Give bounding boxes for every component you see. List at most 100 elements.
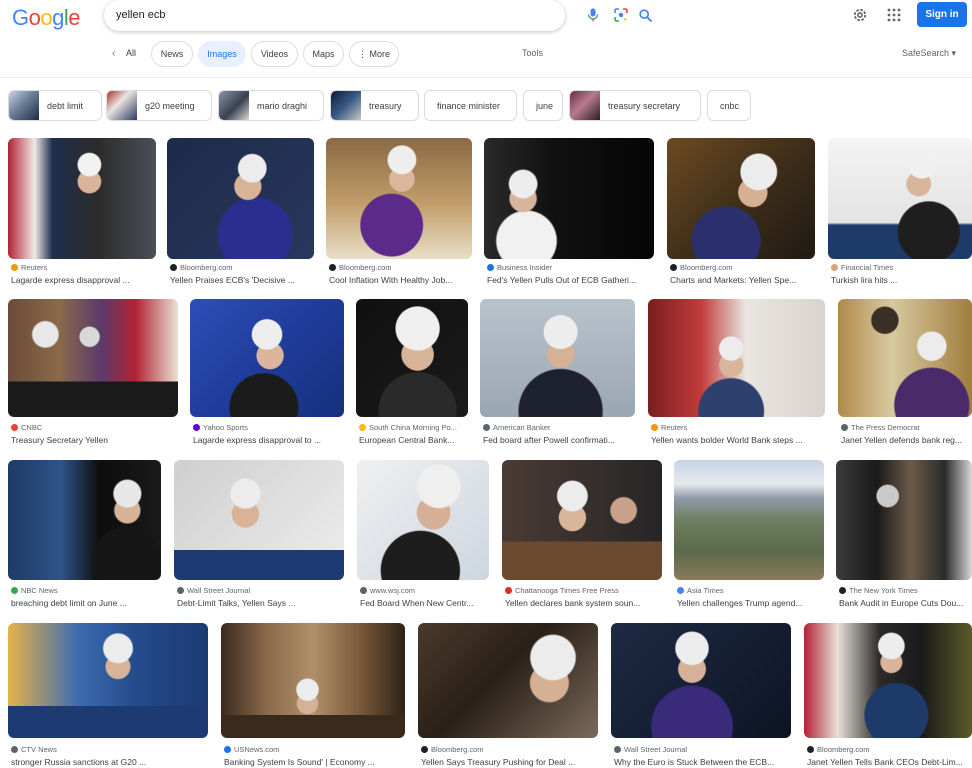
chip-thumbnail bbox=[570, 91, 600, 120]
image-result[interactable]: Reuters Lagarde express disapproval ... bbox=[8, 138, 156, 288]
source-name: CNBC bbox=[21, 423, 43, 432]
source-name: www.wsj.com bbox=[370, 586, 416, 595]
image-result[interactable]: Asia Times Yellen challenges Trump agend… bbox=[674, 460, 824, 612]
chip-debt-limit[interactable]: debt limit bbox=[8, 90, 102, 121]
chip-label: cnbc bbox=[720, 100, 740, 111]
result-title: Debt-Limit Talks, Yellen Says ... bbox=[177, 598, 296, 608]
chip-g20-meeting[interactable]: g20 meeting bbox=[106, 90, 212, 121]
chip-june[interactable]: june bbox=[523, 90, 563, 121]
image-result[interactable]: Yahoo Sports Lagarde express disapproval… bbox=[190, 299, 344, 449]
chip-label: june bbox=[536, 100, 554, 111]
tab-news[interactable]: News bbox=[151, 41, 193, 67]
result-thumbnail bbox=[357, 460, 489, 580]
image-result[interactable]: Reuters Yellen wants bolder World Bank s… bbox=[648, 299, 825, 449]
source-name: Bloomberg.com bbox=[431, 745, 484, 754]
result-source: Wall Street Journal bbox=[177, 586, 250, 595]
result-thumbnail bbox=[674, 460, 824, 580]
google-logo[interactable]: Google bbox=[12, 5, 81, 31]
source-favicon bbox=[670, 264, 677, 271]
image-result[interactable]: CNBC Treasury Secretary Yellen bbox=[8, 299, 178, 449]
image-result[interactable]: Wall Street Journal Debt-Limit Talks, Ye… bbox=[174, 460, 344, 612]
chip-mario-draghi[interactable]: mario draghi bbox=[218, 90, 324, 121]
image-result[interactable]: Financial Times Turkish lira hits ... bbox=[828, 138, 972, 288]
source-favicon bbox=[839, 587, 846, 594]
tab-maps[interactable]: Maps bbox=[303, 41, 344, 67]
source-favicon bbox=[421, 746, 428, 753]
tab-more[interactable]: ⋮ More bbox=[349, 41, 399, 67]
result-title: Cool Inflation With Healthy Job... bbox=[329, 275, 453, 285]
source-favicon bbox=[677, 587, 684, 594]
image-result[interactable]: Business Insider Fed's Yellen Pulls Out … bbox=[484, 138, 654, 288]
chip-cnbc[interactable]: cnbc bbox=[707, 90, 751, 121]
result-source: CNBC bbox=[11, 423, 42, 432]
tab-images[interactable]: Images bbox=[198, 41, 246, 67]
source-favicon bbox=[11, 587, 18, 594]
result-title: Bank Audit in Europe Cuts Dou... bbox=[839, 598, 964, 608]
image-result[interactable]: Bloomberg.com Janet Yellen Tells Bank CE… bbox=[804, 623, 972, 768]
gear-icon[interactable] bbox=[851, 6, 869, 24]
image-result[interactable]: The New York Times Bank Audit in Europe … bbox=[836, 460, 972, 612]
result-thumbnail bbox=[8, 623, 208, 738]
result-title: Yellen Praises ECB's 'Decisive ... bbox=[170, 275, 295, 285]
image-result[interactable]: Bloomberg.com Yellen Praises ECB's 'Deci… bbox=[167, 138, 314, 288]
source-favicon bbox=[224, 746, 231, 753]
result-source: The Press Democrat bbox=[841, 423, 920, 432]
image-result[interactable]: The Press Democrat Janet Yellen defends … bbox=[838, 299, 972, 449]
result-source: CTV News bbox=[11, 745, 57, 754]
logo-letter: e bbox=[68, 5, 81, 30]
image-result[interactable]: Wall Street Journal Why the Euro is Stuc… bbox=[611, 623, 791, 768]
apps-grid-icon[interactable] bbox=[886, 7, 902, 23]
result-thumbnail bbox=[502, 460, 662, 580]
source-name: American Banker bbox=[493, 423, 551, 432]
chip-treasury[interactable]: treasury bbox=[330, 90, 419, 121]
source-favicon bbox=[193, 424, 200, 431]
chip-treasury-secretary[interactable]: treasury secretary bbox=[569, 90, 701, 121]
result-title: Lagarde express disapproval ... bbox=[11, 275, 130, 285]
image-result[interactable]: Bloomberg.com Yellen Says Treasury Pushi… bbox=[418, 623, 598, 768]
result-title: Treasury Secretary Yellen bbox=[11, 435, 109, 445]
source-name: Asia Times bbox=[687, 586, 724, 595]
result-thumbnail bbox=[8, 138, 156, 259]
tab-all[interactable]: All bbox=[126, 48, 136, 58]
result-title: Banking System Is Sound' | Economy ... bbox=[224, 757, 375, 767]
image-result[interactable]: Chattanooga Times Free Press Yellen decl… bbox=[502, 460, 662, 612]
source-name: Reuters bbox=[661, 423, 688, 432]
safesearch-menu[interactable]: SafeSearch ▾ bbox=[902, 48, 956, 59]
result-thumbnail bbox=[484, 138, 654, 259]
chip-finance-minister[interactable]: finance minister bbox=[424, 90, 517, 121]
result-title: Yellen wants bolder World Bank steps ... bbox=[651, 435, 803, 445]
result-thumbnail bbox=[838, 299, 972, 417]
source-favicon bbox=[807, 746, 814, 753]
image-result[interactable]: www.wsj.com Fed Board When New Centr... bbox=[357, 460, 489, 612]
search-icon[interactable] bbox=[636, 6, 654, 24]
image-result[interactable]: Bloomberg.com Cool Inflation With Health… bbox=[326, 138, 472, 288]
source-name: Yahoo Sports bbox=[203, 423, 248, 432]
source-name: CTV News bbox=[21, 745, 57, 754]
image-result[interactable]: CTV News stronger Russia sanctions at G2… bbox=[8, 623, 208, 768]
result-title: Yellen challenges Trump agend... bbox=[677, 598, 803, 608]
source-favicon bbox=[483, 424, 490, 431]
search-input[interactable] bbox=[116, 6, 476, 24]
source-name: Chattanooga Times Free Press bbox=[515, 586, 619, 595]
chip-label: g20 meeting bbox=[145, 100, 195, 111]
image-result[interactable]: NBC News breaching debt limit on June ..… bbox=[8, 460, 161, 612]
source-favicon bbox=[831, 264, 838, 271]
result-thumbnail bbox=[221, 623, 405, 738]
tools-button[interactable]: Tools bbox=[522, 48, 543, 58]
result-source: Bloomberg.com bbox=[807, 745, 870, 754]
image-result[interactable]: USNews.com Banking System Is Sound' | Ec… bbox=[221, 623, 405, 768]
result-source: Bloomberg.com bbox=[670, 263, 733, 272]
microphone-icon[interactable] bbox=[584, 6, 602, 24]
source-favicon bbox=[11, 424, 18, 431]
back-arrow-icon[interactable]: ‹ bbox=[112, 48, 115, 59]
result-title: Fed Board When New Centr... bbox=[360, 598, 474, 608]
source-name: The Press Democrat bbox=[851, 423, 920, 432]
image-result[interactable]: South China Morning Po... European Centr… bbox=[356, 299, 468, 449]
image-result[interactable]: Bloomberg.com Charts and Markets: Yellen… bbox=[667, 138, 815, 288]
image-result[interactable]: American Banker Fed board after Powell c… bbox=[480, 299, 635, 449]
tab-videos[interactable]: Videos bbox=[251, 41, 298, 67]
chip-thumbnail bbox=[331, 91, 361, 120]
lens-icon[interactable] bbox=[612, 6, 630, 24]
source-favicon bbox=[505, 587, 512, 594]
sign-in-button[interactable]: Sign in bbox=[917, 2, 967, 27]
